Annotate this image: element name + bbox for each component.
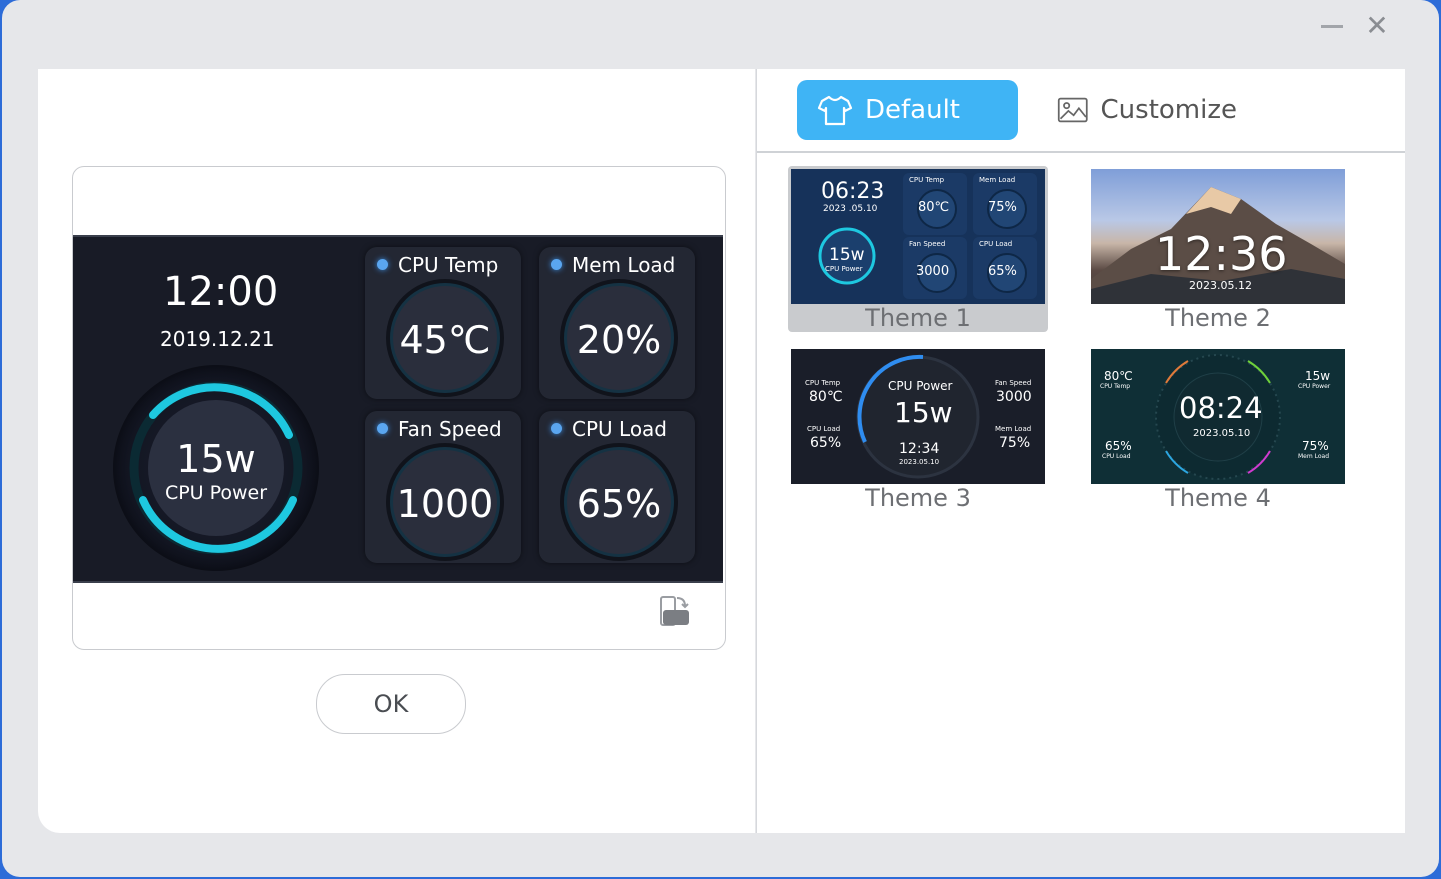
theme-1-stat-label: Fan Speed (909, 240, 946, 248)
image-icon (1057, 97, 1088, 123)
theme-3-time: 12:34 (899, 441, 940, 457)
cpu-power-value: 15w (176, 437, 256, 481)
theme-1-power: 15w (829, 245, 865, 265)
cpu-power-gauge: 15w CPU Power (113, 365, 319, 571)
rotate-screen-icon[interactable] (657, 594, 693, 630)
theme-1-thumbnail: 06:23 2023 .05.10 15w CPU Power CPU Temp… (791, 169, 1045, 304)
theme-1-power-label: CPU Power (825, 265, 863, 273)
theme-4-thumbnail: 08:24 2023.05.10 80℃ CPU Temp 15w CPU Po… (1091, 349, 1345, 484)
theme-1-tile: Fan Speed 3000 (903, 237, 967, 299)
theme-4-date: 2023.05.10 (1193, 428, 1251, 439)
tile-label: CPU Load (572, 417, 667, 441)
theme-3-center-label: CPU Power (888, 379, 953, 393)
tile-label: CPU Temp (398, 253, 499, 277)
preview-panel: 12:00 2019.12.21 15w CPU Power CPU Temp (38, 69, 755, 833)
tile-value: 20% (576, 318, 662, 362)
theme-3-stat-value: 80℃ (809, 389, 843, 405)
indicator-dot-icon (377, 259, 388, 270)
preview-frame: 12:00 2019.12.21 15w CPU Power CPU Temp (72, 166, 726, 650)
theme-1-stat-label: CPU Load (979, 240, 1013, 248)
theme-2-date: 2023.05.12 (1189, 279, 1252, 292)
theme-4-stat-value: 65% (1105, 439, 1132, 453)
theme-4-stat-label: CPU Temp (1100, 383, 1131, 390)
tabs-divider (757, 151, 1405, 153)
indicator-dot-icon (551, 423, 562, 434)
theme-card-4[interactable]: 08:24 2023.05.10 80℃ CPU Temp 15w CPU Po… (1088, 346, 1348, 512)
tile-gauge: 1000 (390, 447, 500, 557)
theme-3-stat-value: 3000 (996, 389, 1032, 405)
theme-3-label: Theme 3 (865, 484, 971, 512)
lcd-preview-screen: 12:00 2019.12.21 15w CPU Power CPU Temp (73, 235, 723, 583)
theme-1-tile: CPU Load 65% (973, 237, 1037, 299)
theme-4-stat-value: 15w (1305, 369, 1331, 383)
theme-panel: Default Customize 06:23 2023 .05.10 15w … (756, 69, 1405, 833)
tile-gauge: 45℃ (390, 283, 500, 393)
theme-2-thumbnail: 12:36 2023.05.12 (1091, 169, 1345, 304)
close-icon[interactable]: ✕ (1363, 12, 1391, 40)
theme-1-stat-label: CPU Temp (909, 176, 945, 184)
theme-3-date: 2023.05.10 (899, 458, 940, 466)
theme-4-stat-label: Mem Load (1298, 453, 1330, 460)
theme-card-3[interactable]: CPU Power 15w 12:34 2023.05.10 CPU Temp … (788, 346, 1048, 512)
theme-1-stat-value: 3000 (916, 264, 950, 279)
theme-3-stat-label: Mem Load (995, 425, 1032, 433)
theme-card-1[interactable]: 06:23 2023 .05.10 15w CPU Power CPU Temp… (788, 166, 1048, 332)
theme-4-label: Theme 4 (1165, 484, 1271, 512)
preview-clock: 12:00 (163, 269, 279, 315)
mem-load-tile: Mem Load 20% (539, 247, 695, 399)
theme-1-tile: CPU Temp 80℃ (903, 173, 967, 235)
tile-label: Fan Speed (398, 417, 502, 441)
cpu-power-label: CPU Power (164, 482, 268, 504)
theme-1-stat-label: Mem Load (979, 176, 1016, 184)
theme-1-stat-value: 75% (988, 200, 1017, 215)
minimize-icon[interactable] (1318, 12, 1346, 40)
tab-default-label: Default (865, 95, 960, 125)
tab-customize[interactable]: Customize (1037, 80, 1237, 140)
app-window: ✕ 12:00 2019.12.21 15w CPU Power CPU Tem… (2, 0, 1439, 877)
theme-card-2[interactable]: 12:36 2023.05.12 Theme 2 (1088, 166, 1348, 332)
theme-1-tile: Mem Load 75% (973, 173, 1037, 235)
tile-label: Mem Load (572, 253, 676, 277)
theme-1-label: Theme 1 (865, 304, 971, 332)
theme-2-label: Theme 2 (1165, 304, 1271, 332)
tshirt-icon (817, 95, 853, 126)
tab-default[interactable]: Default (797, 80, 1018, 140)
theme-1-date: 2023 .05.10 (823, 204, 878, 214)
theme-3-center-value: 15w (894, 396, 953, 429)
theme-1-stat-value: 65% (988, 264, 1017, 279)
theme-4-stat-label: CPU Load (1102, 453, 1131, 460)
theme-1-stat-value: 80℃ (918, 200, 950, 215)
theme-4-stat-value: 80℃ (1104, 369, 1133, 383)
theme-2-time: 12:36 (1155, 227, 1288, 281)
ok-button[interactable]: OK (316, 674, 466, 734)
theme-3-stat-label: CPU Load (807, 425, 841, 433)
theme-3-stat-label: CPU Temp (805, 379, 841, 387)
theme-4-stat-value: 75% (1302, 439, 1329, 453)
tile-value: 65% (576, 482, 662, 526)
theme-1-time: 06:23 (821, 179, 885, 204)
theme-3-stat-value: 65% (810, 435, 842, 451)
theme-4-time: 08:24 (1179, 391, 1263, 425)
theme-3-stat-label: Fan Speed (995, 379, 1032, 387)
indicator-dot-icon (377, 423, 388, 434)
theme-3-thumbnail: CPU Power 15w 12:34 2023.05.10 CPU Temp … (791, 349, 1045, 484)
theme-4-stat-label: CPU Power (1298, 383, 1331, 390)
theme-3-stat-value: 75% (999, 435, 1031, 451)
tile-value: 45℃ (399, 318, 491, 362)
tab-customize-label: Customize (1100, 95, 1237, 125)
indicator-dot-icon (551, 259, 562, 270)
tile-gauge: 65% (564, 447, 674, 557)
tile-gauge: 20% (564, 283, 674, 393)
cpu-load-tile: CPU Load 65% (539, 411, 695, 563)
preview-date: 2019.12.21 (160, 327, 275, 351)
fan-speed-tile: Fan Speed 1000 (365, 411, 521, 563)
cpu-temp-tile: CPU Temp 45℃ (365, 247, 521, 399)
tile-value: 1000 (396, 482, 494, 526)
